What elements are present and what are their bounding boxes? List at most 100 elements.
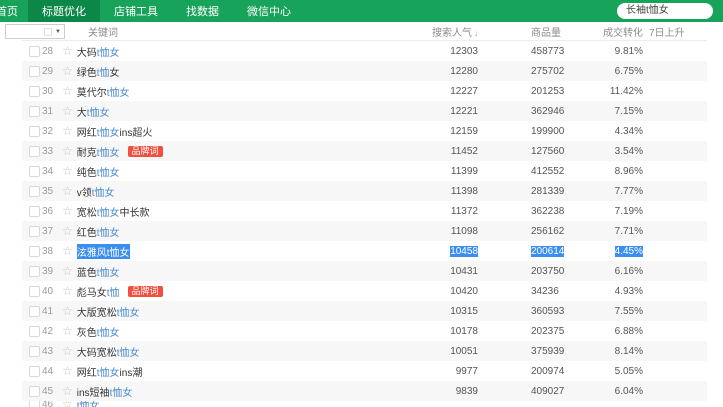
favorite-star-icon[interactable]: ☆	[62, 305, 73, 317]
keyword-link[interactable]: t恤女	[97, 364, 120, 379]
row-checkbox[interactable]	[29, 345, 40, 357]
conversion-value: 6.04%	[614, 385, 643, 397]
favorite-star-icon[interactable]: ☆	[62, 45, 73, 57]
favorite-star-icon[interactable]: ☆	[62, 265, 73, 277]
table-row: 44 ☆ 网红 t恤女 ins潮 9977 200974 5.05%	[22, 361, 707, 381]
popularity-value: 12227	[450, 85, 478, 97]
row-checkbox[interactable]	[29, 401, 40, 407]
row-checkbox[interactable]	[29, 85, 40, 97]
keyword-link[interactable]: t恤女	[107, 84, 130, 99]
conversion-value: 7.19%	[614, 205, 643, 217]
keyword-link[interactable]: t恤女	[106, 243, 130, 259]
keyword-link[interactable]: t恤女	[97, 224, 120, 239]
keyword-link[interactable]: t恤女	[110, 384, 133, 399]
header-conversion[interactable]: 成交转化	[598, 24, 643, 39]
conversion-value: 9.81%	[614, 45, 643, 57]
header-quantity[interactable]: 商品量	[478, 24, 598, 39]
search-input[interactable]	[617, 3, 713, 19]
keyword-link[interactable]: t恤女	[117, 344, 140, 359]
row-checkbox[interactable]	[29, 105, 40, 117]
keyword-link[interactable]: t恤女	[97, 144, 120, 159]
favorite-star-icon[interactable]: ☆	[62, 145, 73, 157]
popularity-value: 11399	[450, 165, 478, 177]
table-row: 40 ☆ 彪马女 t恤 品牌词 10420 34236 4.93%	[22, 281, 707, 301]
keyword-link[interactable]: t恤	[107, 284, 120, 299]
favorite-star-icon[interactable]: ☆	[62, 225, 73, 237]
filter-checkbox[interactable]	[44, 27, 53, 36]
table-row: 45 ☆ ins短袖 t恤女 9839 409027 6.04%	[22, 381, 707, 401]
row-checkbox[interactable]	[29, 185, 40, 197]
quantity-value: 275702	[531, 65, 565, 77]
row-checkbox[interactable]	[29, 45, 40, 57]
row-checkbox[interactable]	[29, 245, 40, 257]
table-row: 37 ☆ 红色 t恤女 11098 256162 7.71%	[22, 221, 707, 241]
row-checkbox[interactable]	[29, 365, 40, 377]
keyword-link[interactable]: t恤女	[77, 401, 100, 407]
keyword-text: 蓝色	[76, 267, 97, 279]
keyword-link[interactable]: t恤女	[97, 204, 120, 219]
row-checkbox[interactable]	[29, 165, 40, 177]
nav-item-1[interactable]: 标题优化	[28, 0, 100, 22]
conversion-value: 6.75%	[614, 65, 643, 77]
row-checkbox[interactable]	[29, 265, 40, 277]
row-checkbox[interactable]	[29, 225, 40, 237]
keyword-text: ins短袖	[76, 387, 110, 399]
popularity-value: 12303	[450, 45, 478, 57]
favorite-star-icon[interactable]: ☆	[62, 85, 73, 97]
keyword-link[interactable]: t恤女	[97, 164, 120, 179]
quantity-value: 203750	[531, 265, 565, 277]
row-checkbox[interactable]	[29, 65, 40, 77]
keyword-text-suffix: ins潮	[119, 367, 143, 379]
keyword-link[interactable]: t恤女	[97, 124, 120, 139]
row-checkbox[interactable]	[29, 285, 40, 297]
favorite-star-icon[interactable]: ☆	[62, 325, 73, 337]
favorite-star-icon[interactable]: ☆	[62, 365, 73, 377]
favorite-star-icon[interactable]: ☆	[62, 185, 73, 197]
row-checkbox[interactable]	[29, 145, 40, 157]
favorite-star-icon[interactable]: ☆	[62, 165, 73, 177]
keyword-link[interactable]: t恤女	[97, 44, 120, 59]
favorite-star-icon[interactable]: ☆	[62, 125, 73, 137]
keyword-text: v领	[76, 187, 92, 199]
favorite-star-icon[interactable]: ☆	[62, 285, 73, 297]
keyword-link[interactable]: t恤女	[97, 264, 120, 279]
table-row: 46 ☆ t恤女	[22, 401, 707, 407]
favorite-star-icon[interactable]: ☆	[62, 105, 73, 117]
table-row: 28 ☆ 大码 t恤女 12303 458773 9.81%	[22, 41, 707, 61]
row-number: 38	[42, 245, 54, 257]
keyword-table-body: 28 ☆ 大码 t恤女 12303 458773 9.81% 29 ☆ 绿色 t恤 女 12280 27…	[22, 41, 707, 407]
row-checkbox[interactable]	[29, 305, 40, 317]
favorite-star-icon[interactable]: ☆	[62, 245, 73, 257]
keyword-link[interactable]: t恤女	[117, 304, 140, 319]
favorite-star-icon[interactable]: ☆	[62, 385, 73, 397]
favorite-star-icon[interactable]: ☆	[62, 401, 73, 407]
quantity-value: 375939	[531, 345, 565, 357]
row-number: 44	[42, 365, 54, 377]
keyword-link[interactable]: t恤女	[92, 184, 115, 199]
conversion-value: 3.54%	[614, 145, 643, 157]
nav-item-2[interactable]: 店铺工具	[100, 0, 172, 22]
row-checkbox[interactable]	[29, 125, 40, 137]
favorite-star-icon[interactable]: ☆	[62, 205, 73, 217]
popularity-value: 11098	[450, 225, 478, 237]
nav-item-0[interactable]: 首页	[0, 0, 28, 22]
popularity-value: 12159	[450, 125, 478, 137]
conversion-value: 6.88%	[614, 325, 643, 337]
conversion-value: 11.42%	[609, 85, 643, 97]
row-checkbox[interactable]	[29, 385, 40, 397]
keyword-link[interactable]: t恤	[97, 64, 110, 79]
row-checkbox[interactable]	[29, 205, 40, 217]
keyword-text: 灰色	[76, 327, 97, 339]
keyword-link[interactable]: t恤女	[87, 104, 110, 119]
nav-item-3[interactable]: 找数据	[172, 0, 233, 22]
popularity-value: 10178	[450, 325, 478, 337]
row-checkbox[interactable]	[29, 325, 40, 337]
favorite-star-icon[interactable]: ☆	[62, 345, 73, 357]
brand-word-badge: 品牌词	[127, 285, 163, 297]
header-popularity[interactable]: 搜索人气 ↓	[388, 24, 478, 39]
header-rise[interactable]: 7日上升	[643, 24, 707, 39]
favorite-star-icon[interactable]: ☆	[62, 65, 73, 77]
keyword-link[interactable]: t恤女	[97, 324, 120, 339]
filter-dropdown[interactable]: ▼	[5, 24, 65, 39]
nav-item-4[interactable]: 微信中心	[233, 0, 305, 22]
